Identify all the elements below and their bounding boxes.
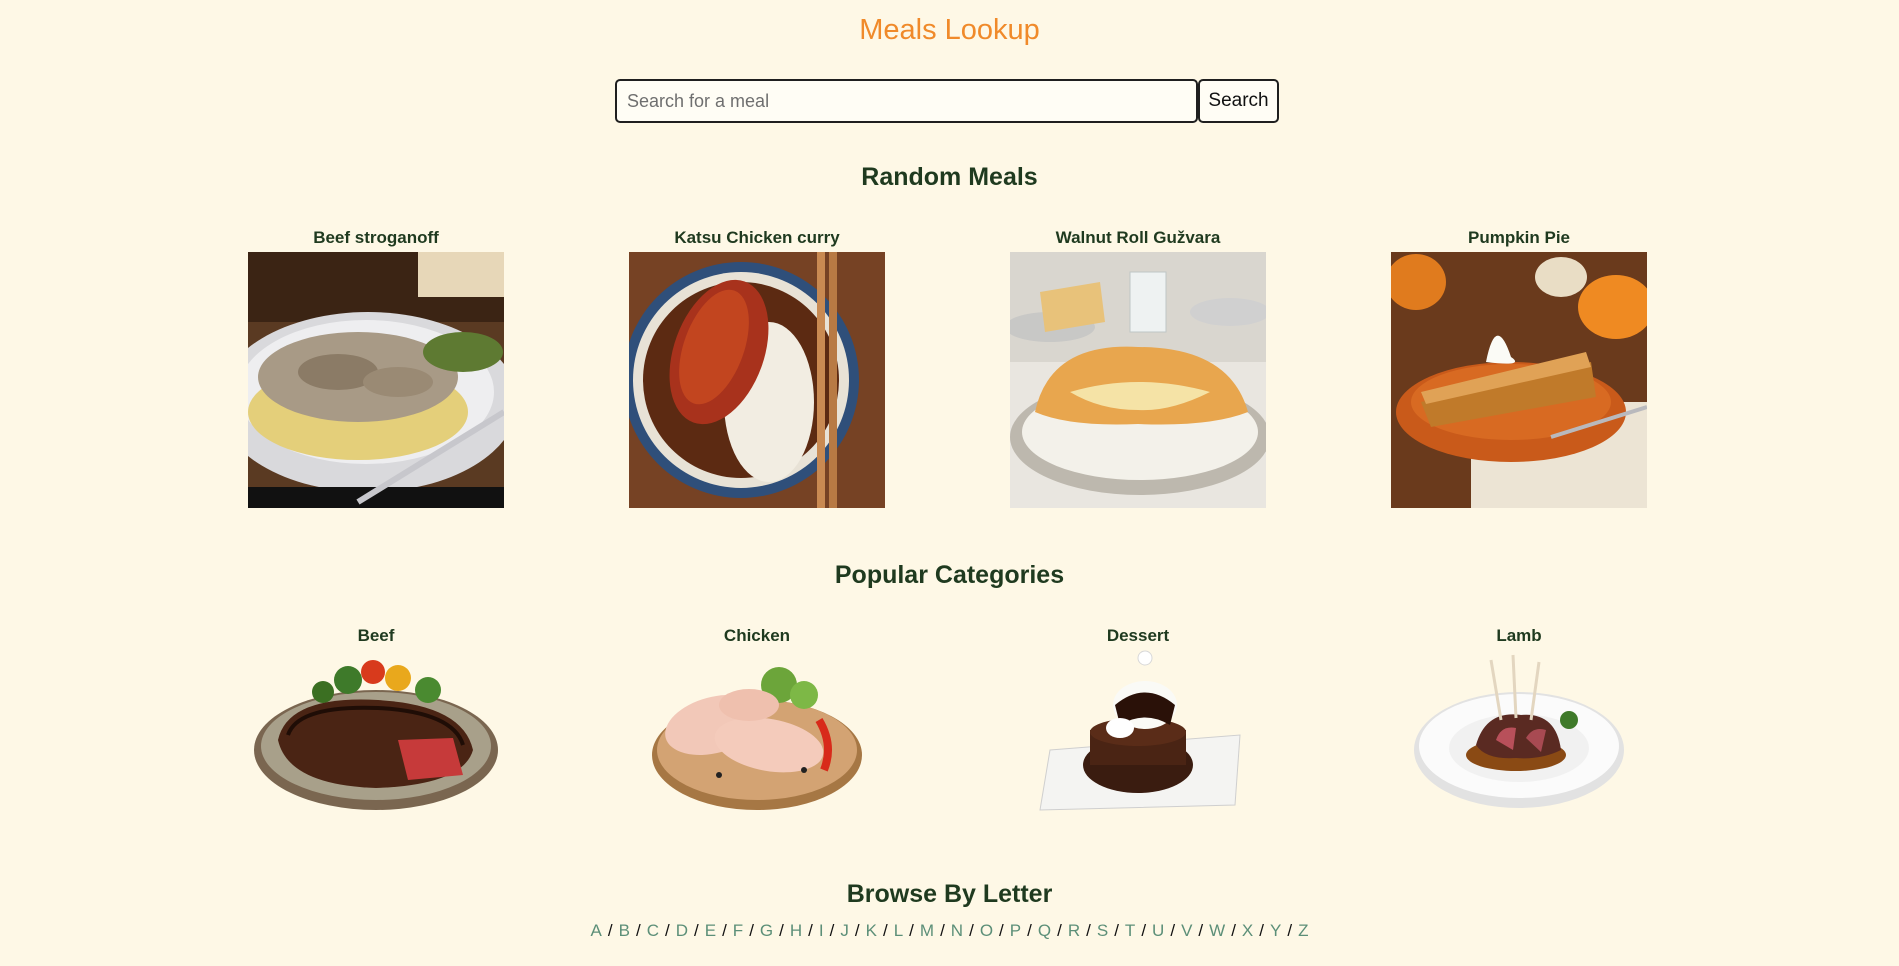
letter-link-p[interactable]: P <box>1010 921 1021 940</box>
letter-link-w[interactable]: W <box>1209 921 1225 940</box>
category-title: Lamb <box>1496 626 1542 645</box>
letter-separator: / <box>1086 921 1091 940</box>
letter-separator: / <box>909 921 914 940</box>
letter-link-j[interactable]: J <box>840 921 849 940</box>
letter-link-v[interactable]: V <box>1181 921 1192 940</box>
katsu-chicken-curry-image[interactable] <box>629 252 885 508</box>
meal-title: Katsu Chicken curry <box>674 228 840 247</box>
search-input[interactable] <box>615 79 1198 123</box>
letter-separator: / <box>779 921 784 940</box>
letter-link-a[interactable]: A <box>591 921 602 940</box>
random-meals-heading: Random Meals <box>861 163 1038 191</box>
letter-separator: / <box>1170 921 1176 940</box>
letter-link-x[interactable]: X <box>1242 921 1253 940</box>
meal-card-beef-stroganoff[interactable]: Beef stroganoff <box>248 226 504 508</box>
letter-link-n[interactable]: N <box>951 921 963 940</box>
letter-link-l[interactable]: L <box>894 921 903 940</box>
letter-separator: / <box>999 921 1004 940</box>
search-bar: Search <box>615 79 1279 123</box>
letter-link-c[interactable]: C <box>647 921 659 940</box>
letter-separator: / <box>808 921 813 940</box>
category-title: Beef <box>357 626 395 645</box>
letter-link-h[interactable]: H <box>790 921 802 940</box>
letter-link-k[interactable]: K <box>866 921 877 940</box>
letter-separator: / <box>693 921 699 940</box>
letter-index: A / B / C / D / E / F / G / H / I / J / K / L / M / N / O / P / Q / R / S / T /… <box>0 921 1899 941</box>
meal-card-katsu-chicken-curry[interactable]: Katsu Chicken curry <box>629 226 885 508</box>
category-title: Chicken <box>723 626 791 645</box>
letter-link-z[interactable]: Z <box>1298 921 1308 940</box>
letter-separator: / <box>1057 921 1062 940</box>
letter-separator: / <box>635 921 641 940</box>
dessert-category-image[interactable] <box>1010 650 1266 820</box>
letter-separator: / <box>854 921 860 940</box>
letter-separator: / <box>664 921 670 940</box>
letter-link-u[interactable]: U <box>1152 921 1164 940</box>
category-title: Dessert <box>1106 626 1170 645</box>
meal-title: Beef stroganoff <box>313 228 439 247</box>
letter-link-g[interactable]: G <box>760 921 773 940</box>
search-button[interactable]: Search <box>1198 79 1279 123</box>
letter-separator: / <box>1231 921 1236 940</box>
browse-by-letter-heading: Browse By Letter <box>846 880 1053 908</box>
letter-separator: / <box>1287 921 1293 940</box>
letter-link-f[interactable]: F <box>733 921 743 940</box>
letter-separator: / <box>1114 921 1119 940</box>
letter-link-m[interactable]: M <box>920 921 934 940</box>
category-card-beef[interactable]: Beef <box>248 624 504 820</box>
meal-title: Pumpkin Pie <box>1467 228 1571 247</box>
lamb-category-image[interactable] <box>1391 650 1647 820</box>
meal-card-walnut-roll[interactable]: Walnut Roll Gužvara <box>1010 226 1266 508</box>
letter-link-o[interactable]: O <box>980 921 993 940</box>
meal-card-pumpkin-pie[interactable]: Pumpkin Pie <box>1391 226 1647 508</box>
letter-separator: / <box>1198 921 1204 940</box>
letter-link-r[interactable]: R <box>1068 921 1080 940</box>
beef-category-image[interactable] <box>248 650 504 820</box>
popular-categories-heading: Popular Categories <box>834 561 1065 589</box>
beef-stroganoff-image[interactable] <box>248 252 504 508</box>
page-title: Meals Lookup <box>859 14 1040 46</box>
letter-link-e[interactable]: E <box>705 921 716 940</box>
letter-separator: / <box>1141 921 1147 940</box>
walnut-roll-image[interactable] <box>1010 252 1266 508</box>
letter-link-y[interactable]: Y <box>1270 921 1281 940</box>
letter-link-q[interactable]: Q <box>1038 921 1051 940</box>
meal-title: Walnut Roll Gužvara <box>1055 228 1221 247</box>
letter-link-t[interactable]: T <box>1125 921 1135 940</box>
letter-separator: / <box>1259 921 1264 940</box>
letter-link-s[interactable]: S <box>1097 921 1108 940</box>
letter-separator: / <box>969 921 974 940</box>
letter-separator: / <box>882 921 888 940</box>
letter-separator: / <box>607 921 613 940</box>
letter-separator: / <box>1027 921 1032 940</box>
category-card-lamb[interactable]: Lamb <box>1391 624 1647 820</box>
letter-separator: / <box>749 921 754 940</box>
letter-link-b[interactable]: B <box>619 921 630 940</box>
chicken-category-image[interactable] <box>629 650 885 820</box>
category-card-dessert[interactable]: Dessert <box>1010 624 1266 820</box>
letter-separator: / <box>940 921 945 940</box>
letter-link-i[interactable]: I <box>819 921 824 940</box>
letter-separator: / <box>829 921 835 940</box>
pumpkin-pie-image[interactable] <box>1391 252 1647 508</box>
letter-separator: / <box>722 921 727 940</box>
letter-link-d[interactable]: D <box>676 921 688 940</box>
category-card-chicken[interactable]: Chicken <box>629 624 885 820</box>
